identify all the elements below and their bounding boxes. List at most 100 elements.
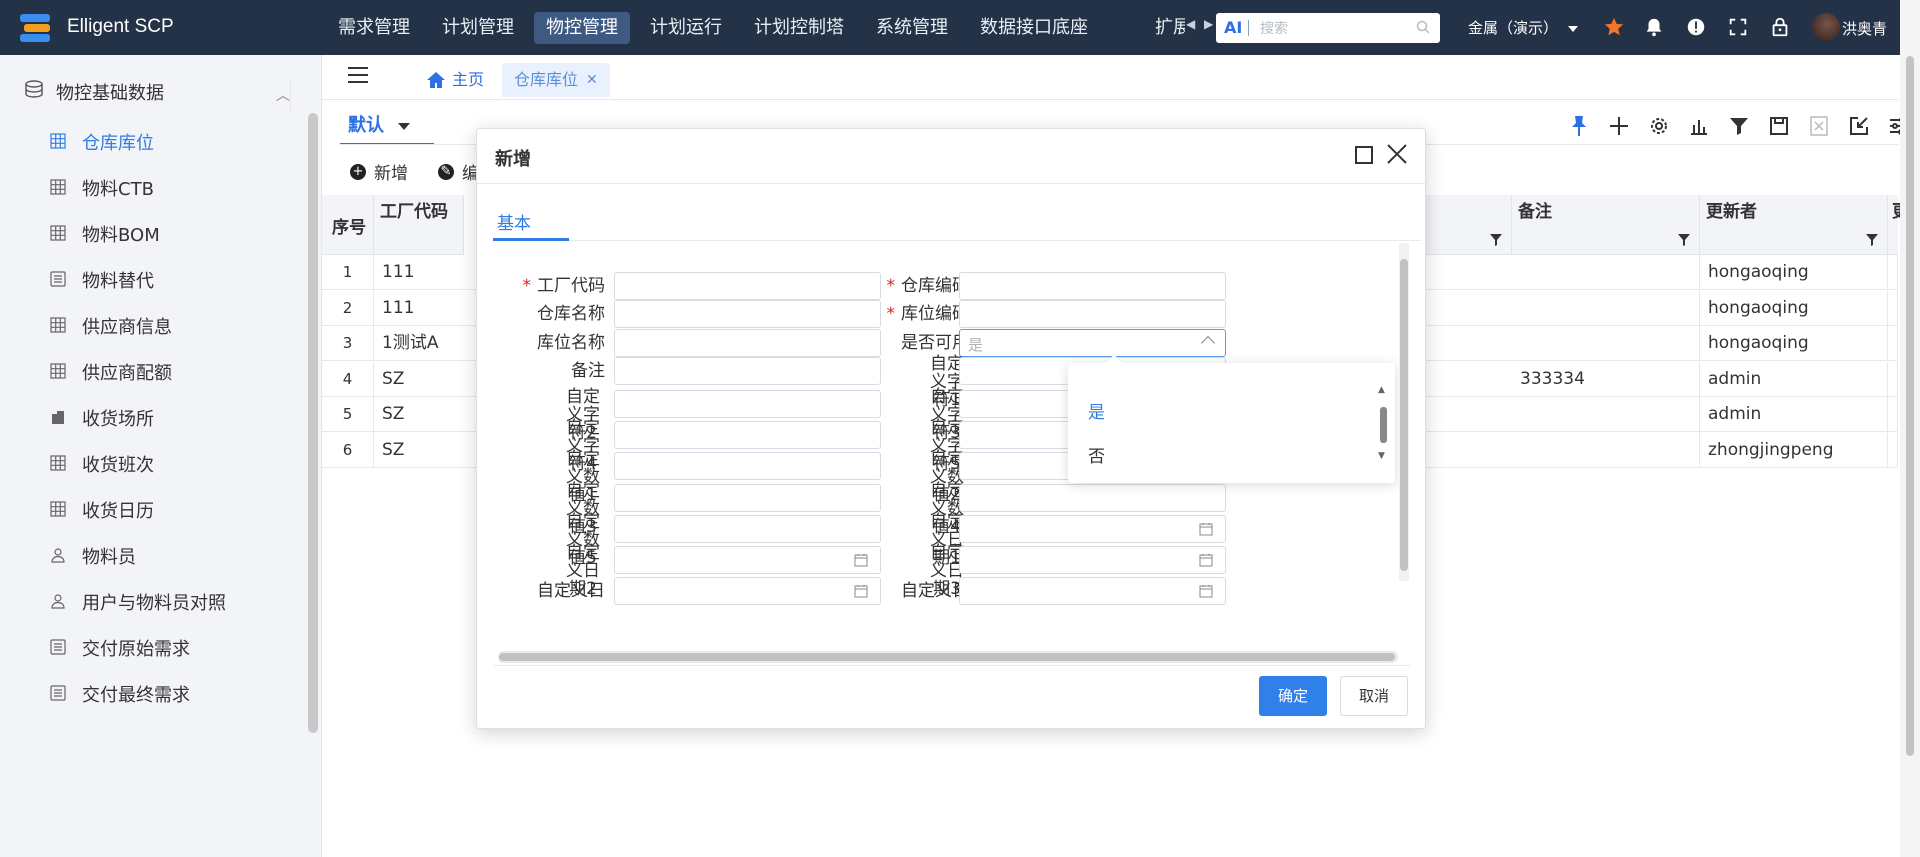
filter-icon[interactable] — [1865, 233, 1879, 247]
tab-home[interactable]: 主页 — [414, 63, 496, 97]
text-field[interactable] — [959, 484, 1226, 512]
nav-item-2[interactable]: 物控管理 — [534, 11, 630, 44]
pin-icon[interactable] — [1566, 113, 1592, 139]
sidebar-group-header[interactable]: 物控基础数据 ︿ — [0, 71, 322, 114]
sidebar-item-2[interactable]: 物料BOM — [0, 213, 310, 253]
chevron-up-icon[interactable]: ︿ — [268, 79, 291, 114]
nav-item-5[interactable]: 系统管理 — [864, 12, 960, 44]
calendar-icon[interactable] — [1199, 553, 1213, 567]
page-scrollbar[interactable] — [1900, 0, 1920, 857]
scroll-down-icon[interactable]: ▼ — [1378, 451, 1385, 461]
import-icon[interactable] — [1846, 113, 1872, 139]
sidebar-item-4[interactable]: 供应商信息 — [0, 305, 310, 345]
bell-icon[interactable] — [1643, 15, 1665, 39]
cell-updater: hongaoqing — [1700, 255, 1888, 290]
maximize-icon[interactable] — [1355, 146, 1373, 164]
excel-icon[interactable] — [1806, 113, 1832, 139]
sidebar-item-3[interactable]: 物料替代 — [0, 259, 310, 299]
lock-icon[interactable] — [1769, 15, 1791, 39]
field-label: 自定义日 — [901, 581, 969, 601]
scroll-up-icon[interactable]: ▲ — [1378, 385, 1385, 395]
search-input[interactable]: 搜索 — [1260, 18, 1288, 38]
field-label: 是否可用 — [901, 333, 969, 353]
date-field[interactable] — [959, 546, 1226, 574]
search-icon[interactable] — [1416, 20, 1430, 34]
date-field[interactable] — [959, 515, 1226, 543]
sidebar-item-8[interactable]: 收货日历 — [0, 489, 310, 529]
save-icon[interactable] — [1766, 113, 1792, 139]
user-name[interactable]: 洪奥青 — [1842, 18, 1887, 39]
close-tab-icon[interactable]: ✕ — [586, 63, 598, 97]
dialog-hscroll[interactable] — [498, 651, 1398, 663]
ai-icon[interactable]: AI — [1224, 18, 1242, 37]
filter-icon[interactable] — [1677, 233, 1691, 247]
available-select[interactable]: 是 — [959, 329, 1226, 357]
calendar-icon[interactable] — [1199, 584, 1213, 598]
close-icon[interactable] — [1385, 142, 1409, 166]
option-no[interactable]: 否 — [1088, 442, 1105, 467]
sidebar-scrollbar[interactable] — [308, 113, 318, 733]
view-name: 默认 — [348, 115, 384, 136]
sidebar-item-10[interactable]: 用户与物料员对照 — [0, 581, 310, 621]
tenant-selector[interactable]: 金属（演示） — [1468, 17, 1579, 38]
sidebar-item-label: 物料BOM — [82, 225, 160, 246]
plus-icon[interactable] — [1606, 113, 1632, 139]
calendar-icon[interactable] — [1199, 522, 1213, 536]
sidebar-item-9[interactable]: 物料员 — [0, 535, 310, 575]
alert-icon[interactable] — [1685, 15, 1707, 39]
nav-item-overflow[interactable]: 扩展 — [1155, 14, 1185, 42]
user-icon — [50, 547, 66, 563]
required-mark: * — [886, 276, 896, 296]
cell-updater: zhongjingpeng — [1700, 432, 1888, 468]
header-remark[interactable]: 备注 — [1512, 195, 1700, 255]
star-icon[interactable] — [1603, 15, 1625, 39]
sidebar-item-7[interactable]: 收货班次 — [0, 443, 310, 483]
nav-item-6[interactable]: 数据接口底座 — [968, 12, 1100, 44]
header-updater[interactable]: 更新者 — [1700, 195, 1888, 255]
filter-icon[interactable] — [1726, 113, 1752, 139]
tab-basic[interactable]: 基本 — [497, 209, 531, 234]
option-yes[interactable]: 是 — [1088, 398, 1105, 423]
sidebar-item-0[interactable]: 仓库库位 — [0, 121, 310, 161]
menu-toggle-icon[interactable] — [348, 67, 368, 83]
nav-prev-icon[interactable]: ◀ — [1186, 17, 1195, 31]
chart-icon[interactable] — [1686, 113, 1712, 139]
field-label: 仓库名称 — [537, 304, 605, 324]
app-logo[interactable]: Elligent SCP — [20, 12, 174, 42]
sidebar-item-label: 供应商配额 — [82, 363, 172, 384]
header-update-time[interactable]: 更 — [1888, 195, 1909, 255]
grid-icon — [50, 317, 66, 333]
sidebar-item-6[interactable]: 收货场所 — [0, 397, 310, 437]
text-field[interactable] — [959, 272, 1226, 300]
nav-item-0[interactable]: 需求管理 — [326, 12, 422, 44]
edit-button[interactable]: ✎ 编 — [438, 159, 479, 184]
nav-item-4[interactable]: 计划控制塔 — [742, 12, 856, 44]
nav-item-3[interactable]: 计划运行 — [638, 12, 734, 44]
nav-next-icon[interactable]: ▶ — [1204, 17, 1213, 31]
confirm-button[interactable]: 确定 — [1259, 676, 1327, 716]
sidebar-item-11[interactable]: 交付原始需求 — [0, 627, 310, 667]
header-plant-code[interactable]: 工厂代码 — [374, 195, 464, 255]
dialog-vscroll[interactable] — [1399, 243, 1409, 581]
search-box[interactable]: AI 搜索 — [1216, 13, 1440, 43]
sidebar-item-1[interactable]: 物料CTB — [0, 167, 310, 207]
fullscreen-icon[interactable] — [1727, 15, 1749, 39]
avatar[interactable] — [1812, 13, 1840, 41]
settings-icon[interactable] — [1646, 113, 1672, 139]
date-field[interactable] — [959, 577, 1226, 605]
nav-item-1[interactable]: 计划管理 — [430, 12, 526, 44]
filter-icon[interactable] — [1489, 233, 1503, 247]
header-updater-label: 更新者 — [1706, 202, 1757, 222]
header-seq[interactable]: 序号 — [322, 195, 374, 255]
tab-warehouse-location[interactable]: 仓库库位 ✕ — [502, 63, 610, 97]
field-label: 备注 — [571, 361, 605, 381]
cancel-button[interactable]: 取消 — [1340, 676, 1408, 716]
text-field[interactable] — [959, 300, 1226, 328]
dropdown-scrollbar[interactable] — [1380, 407, 1387, 443]
view-selector[interactable]: 默认 — [348, 111, 410, 143]
field-label: 自定义日 — [537, 581, 605, 601]
cell-remark — [1512, 397, 1700, 432]
add-button[interactable]: + 新增 — [350, 159, 408, 184]
sidebar-item-5[interactable]: 供应商配额 — [0, 351, 310, 391]
sidebar-item-12[interactable]: 交付最终需求 — [0, 673, 310, 713]
